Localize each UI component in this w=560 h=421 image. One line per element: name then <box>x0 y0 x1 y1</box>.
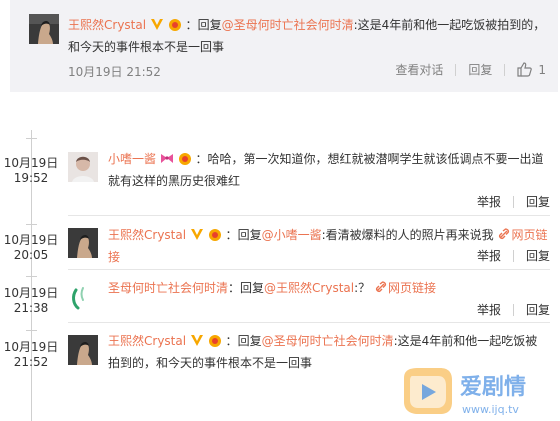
row-divider <box>68 269 550 270</box>
watermark-url: www.ijq.tv <box>462 403 519 416</box>
member-badge-icon <box>208 335 221 347</box>
author-name[interactable]: 王熙然Crystal <box>108 334 186 348</box>
comment-date: 10月19日 19:52 <box>0 156 62 186</box>
comment-date: 10月19日 21:38 <box>0 286 62 316</box>
divider <box>512 249 514 262</box>
thumbs-up-icon[interactable] <box>517 62 533 77</box>
divider <box>512 303 514 316</box>
comment-body: 圣母何时亡社会何时清：回复@王熙然Crystal:？ 网页链接 <box>108 277 548 299</box>
view-conversation-link[interactable]: 查看对话 <box>395 61 443 78</box>
colon: ： <box>185 18 198 32</box>
link-icon <box>375 281 387 293</box>
reply-word: 回复 <box>197 18 222 32</box>
reply-link[interactable]: 回复 <box>526 301 550 318</box>
watermark-logo: 爱剧情 www.ijq.tv <box>404 368 526 416</box>
time-label: 20:05 <box>13 248 49 262</box>
date-label: 10月19日 <box>3 156 59 170</box>
date-label: 10月19日 <box>3 340 59 354</box>
avatar[interactable] <box>68 228 98 258</box>
web-link-label: 网页链接 <box>388 281 437 295</box>
comment-text: ？ <box>358 281 371 295</box>
comment-actions: 举报 回复 <box>477 247 550 264</box>
member-badge-icon <box>208 229 221 241</box>
avatar[interactable] <box>29 14 59 44</box>
avatar[interactable] <box>68 335 98 365</box>
reply-link[interactable]: 回复 <box>468 61 492 78</box>
timeline-tick <box>26 276 37 277</box>
row-divider <box>68 322 550 323</box>
report-link[interactable]: 举报 <box>477 193 501 210</box>
row-divider <box>68 215 550 216</box>
like-count[interactable]: 1 <box>538 63 546 77</box>
avatar[interactable] <box>68 152 98 182</box>
bow-badge-icon <box>160 154 173 163</box>
avatar[interactable] <box>68 282 98 312</box>
mention-link[interactable]: @小嗜一酱 <box>262 228 322 242</box>
author-name[interactable]: 王熙然Crystal <box>68 18 146 32</box>
verified-badge-icon <box>190 229 203 240</box>
timestamp: 10月19日 21:52 <box>68 65 161 79</box>
reply-word: 回复 <box>237 334 262 348</box>
top-reply-card: 王熙然Crystal ：回复@圣母何时亡社会何时清:这是4年前和他一起吃饭被拍到… <box>10 0 558 92</box>
mention-link[interactable]: @王熙然Crystal <box>264 281 354 295</box>
reply-link[interactable]: 回复 <box>526 247 550 264</box>
timeline-tick <box>26 138 37 139</box>
reply-content: 王熙然Crystal ：回复@圣母何时亡社会何时清:这是4年前和他一起吃饭被拍到… <box>68 14 546 58</box>
divider <box>504 63 506 76</box>
author-name[interactable]: 圣母何时亡社会何时清 <box>108 281 228 295</box>
author-name[interactable]: 小嗜一酱 <box>108 152 156 166</box>
member-badge-icon <box>168 19 181 31</box>
reply-actions: 查看对话 回复 1 <box>395 61 546 78</box>
mention-link[interactable]: @圣母何时亡社会何时清 <box>262 334 394 348</box>
colon: ： <box>228 281 241 295</box>
report-link[interactable]: 举报 <box>477 247 501 264</box>
comment-date: 10月19日 20:05 <box>0 233 62 263</box>
reply-word: 回复 <box>240 281 265 295</box>
comment-text: 看清被爆料的人的照片再来说我 <box>325 228 494 242</box>
time-label: 21:52 <box>13 355 49 369</box>
date-label: 10月19日 <box>3 233 59 247</box>
reply-word: 回复 <box>237 228 262 242</box>
comment-date: 10月19日 21:52 <box>0 340 62 370</box>
divider <box>455 63 457 76</box>
comment-actions: 举报 回复 <box>477 193 550 210</box>
timeline-tick <box>26 224 37 225</box>
colon: ： <box>225 334 238 348</box>
verified-badge-icon <box>150 19 163 30</box>
watermark-brand: 爱剧情 <box>460 374 526 400</box>
colon: ： <box>195 152 208 166</box>
divider <box>512 195 514 208</box>
colon: ： <box>225 228 238 242</box>
date-label: 10月19日 <box>3 286 59 300</box>
time-label: 19:52 <box>13 171 49 185</box>
reply-link[interactable]: 回复 <box>526 193 550 210</box>
author-name[interactable]: 王熙然Crystal <box>108 228 186 242</box>
web-link[interactable]: 网页链接 <box>374 281 436 295</box>
comment-actions: 举报 回复 <box>477 301 550 318</box>
member-badge-icon <box>178 153 191 165</box>
verified-badge-icon <box>190 335 203 346</box>
comment-body: 小嗜一酱 ：哈哈，第一次知道你，想红就被潜啊学生就该低调点不要一出道就有这样的黑… <box>108 148 548 192</box>
report-link[interactable]: 举报 <box>477 301 501 318</box>
time-label: 21:38 <box>13 301 49 315</box>
timeline-tick <box>26 330 37 331</box>
mention-link[interactable]: @圣母何时亡社会何时清 <box>222 18 354 32</box>
comment-text: 哈哈，第一次知道你，想红就被潜啊学生就该低调点不要一出道就有这样的黑历史很难红 <box>108 152 544 188</box>
link-icon <box>499 228 510 240</box>
